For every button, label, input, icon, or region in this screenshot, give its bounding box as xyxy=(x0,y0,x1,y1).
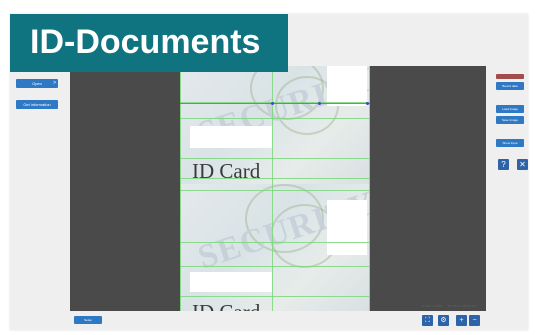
bound-data-label: Bound data xyxy=(502,84,518,88)
detection-line xyxy=(180,190,370,191)
detection-line xyxy=(180,296,370,297)
detection-line xyxy=(180,242,370,243)
detection-line xyxy=(180,158,370,159)
id-card-2: SECURITY ID Card xyxy=(180,184,370,311)
close-icon[interactable]: ✕ xyxy=(517,159,528,170)
setup-label: Setup xyxy=(84,318,92,322)
selection-handle[interactable] xyxy=(318,102,321,105)
title-banner: ID-Documents xyxy=(10,14,288,72)
card-title: ID Card xyxy=(192,159,261,183)
help-icon[interactable]: ? xyxy=(498,159,509,170)
photo-area xyxy=(327,66,367,106)
load-image-button[interactable]: Load Image xyxy=(496,105,524,113)
show-input-label: Show Input xyxy=(502,141,518,145)
text-field xyxy=(190,126,272,148)
open-button-label: Open xyxy=(32,81,42,86)
top-right-button[interactable] xyxy=(496,74,524,79)
right-panel: Bound data Load Image Save Image Show In… xyxy=(486,14,528,330)
id-card-1: SECURITY ID Card xyxy=(180,66,370,184)
fit-to-screen-icon[interactable]: ⛶ xyxy=(422,315,433,326)
detection-line xyxy=(180,266,370,267)
load-image-label: Load Image xyxy=(502,107,518,111)
status-bar: Setup X: 404 Y: 1023 W: 657 H: 403 R: 0.… xyxy=(70,304,486,330)
photo-area xyxy=(327,200,367,255)
selection-handle[interactable] xyxy=(271,102,274,105)
settings-icon[interactable]: ⚙ xyxy=(438,315,449,326)
setup-button[interactable]: Setup xyxy=(74,316,102,324)
card-title: ID Card xyxy=(192,300,260,311)
get-information-button[interactable]: Get information xyxy=(16,100,58,109)
selection-handle[interactable] xyxy=(366,102,369,105)
page-title: ID-Documents xyxy=(30,23,261,61)
zoom-out-icon[interactable]: − xyxy=(469,315,480,326)
detection-line xyxy=(180,118,370,119)
detection-line xyxy=(180,178,370,179)
coordinates-readout: X: 404 Y: 1023 xyxy=(422,304,442,308)
text-field xyxy=(190,272,272,292)
chevron-right-icon: > xyxy=(53,80,56,86)
document-image: SECURITY ID Card SECURITY ID Card xyxy=(180,66,370,311)
bound-data-button[interactable]: Bound data xyxy=(496,82,524,90)
get-information-label: Get information xyxy=(23,102,51,107)
zoom-in-icon[interactable]: + xyxy=(456,315,467,326)
show-input-button[interactable]: Show Input xyxy=(496,139,524,147)
image-canvas[interactable]: SECURITY ID Card SECURITY ID Card xyxy=(70,66,486,311)
save-image-button[interactable]: Save Image xyxy=(496,116,524,124)
open-button[interactable]: Open > xyxy=(16,79,58,88)
save-image-label: Save Image xyxy=(501,118,518,122)
dimensions-readout: W: 657 H: 403 R: 0.0 xyxy=(448,304,476,308)
selection-line xyxy=(180,103,370,104)
